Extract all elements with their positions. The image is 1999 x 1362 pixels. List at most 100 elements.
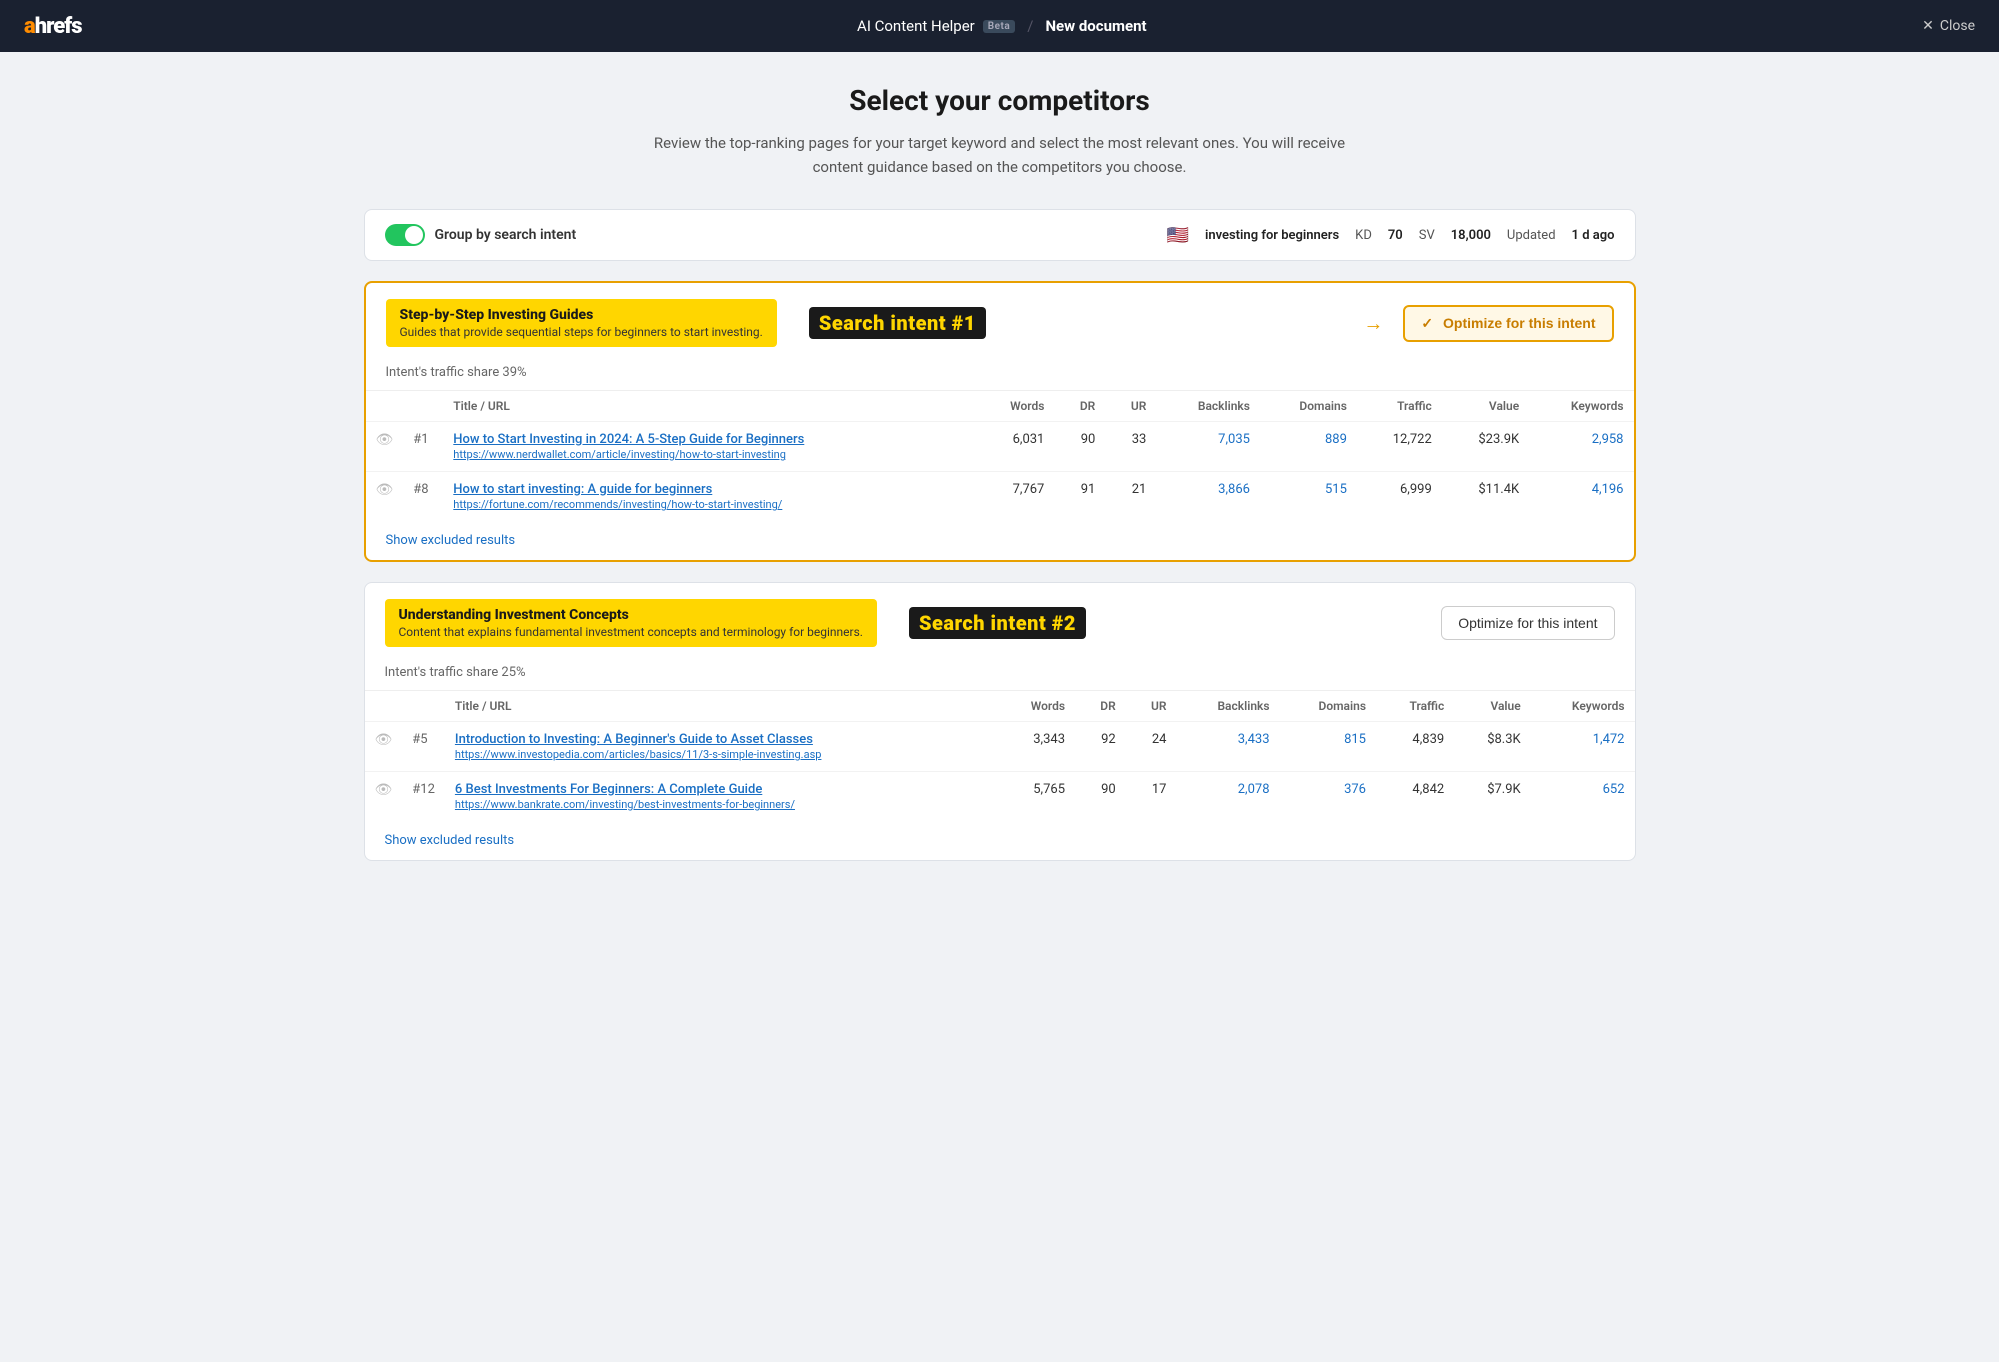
logo: ahrefs xyxy=(24,14,82,39)
page-content: Select your competitors Review the top-r… xyxy=(340,52,1660,921)
intent-section-1: Step-by-Step Investing Guides Guides tha… xyxy=(364,281,1636,562)
optimize-button-1[interactable]: ✓ Optimize for this intent xyxy=(1403,305,1613,342)
result-title-link[interactable]: How to start investing: A guide for begi… xyxy=(453,482,712,497)
result-rank: #12 xyxy=(402,772,445,822)
table-row: 👁 #8 How to start investing: A guide for b… xyxy=(366,472,1634,522)
result-words: 7,767 xyxy=(976,472,1054,522)
col-header-0 xyxy=(366,391,404,422)
results-table-1: Title / URLWordsDRURBacklinksDomainsTraf… xyxy=(366,390,1634,521)
result-rank: #5 xyxy=(402,722,445,772)
result-keywords[interactable]: 652 xyxy=(1603,782,1625,797)
doc-name: New document xyxy=(1045,17,1146,35)
intent-badge-title-1: Step-by-Step Investing Guides xyxy=(400,307,763,323)
result-title-cell: How to start investing: A guide for begi… xyxy=(443,472,976,522)
page-title: Select your competitors xyxy=(364,84,1636,117)
result-backlinks[interactable]: 2,078 xyxy=(1238,782,1270,797)
result-domains[interactable]: 815 xyxy=(1344,732,1366,747)
sv-value: 18,000 xyxy=(1451,228,1491,243)
col-header-10: Keywords xyxy=(1529,391,1633,422)
result-words: 6,031 xyxy=(976,422,1054,472)
results-table-2: Title / URLWordsDRURBacklinksDomainsTraf… xyxy=(365,690,1635,821)
intent-badge-desc-1: Guides that provide sequential steps for… xyxy=(400,325,763,339)
arrow-icon-1: → xyxy=(1363,311,1383,336)
intent-title-block-1: Step-by-Step Investing Guides Guides tha… xyxy=(386,299,1364,347)
sv-label: SV xyxy=(1419,228,1435,243)
country-flag: 🇺🇸 xyxy=(1167,225,1189,246)
col-header-6: Backlinks xyxy=(1156,391,1260,422)
intent-label-1: Search intent #1 xyxy=(809,307,986,339)
col-header-5: UR xyxy=(1105,391,1156,422)
intents-container: Step-by-Step Investing Guides Guides tha… xyxy=(364,281,1636,861)
result-rank: #8 xyxy=(403,472,443,522)
result-backlinks[interactable]: 3,433 xyxy=(1238,732,1270,747)
toolbar: Group by search intent 🇺🇸 investing for … xyxy=(364,209,1636,261)
kd-label: KD xyxy=(1355,228,1372,243)
result-title-cell: How to Start Investing in 2024: A 5-Step… xyxy=(443,422,976,472)
intent-section-2: Understanding Investment Concepts Conten… xyxy=(364,582,1636,861)
col-header-0 xyxy=(365,691,403,722)
show-excluded-link[interactable]: Show excluded results xyxy=(365,821,535,860)
col-header-2: Title / URL xyxy=(445,691,998,722)
result-domains[interactable]: 889 xyxy=(1325,432,1347,447)
result-url-link[interactable]: https://fortune.com/recommends/investing… xyxy=(453,498,966,511)
col-header-7: Domains xyxy=(1260,391,1357,422)
col-header-6: Backlinks xyxy=(1176,691,1279,722)
group-intent-toggle[interactable] xyxy=(385,224,425,246)
col-header-7: Domains xyxy=(1280,691,1376,722)
col-header-4: DR xyxy=(1075,691,1126,722)
optimize-button-2[interactable]: Optimize for this intent xyxy=(1441,606,1614,640)
kd-value: 70 xyxy=(1388,228,1403,243)
col-header-3: Words xyxy=(976,391,1054,422)
result-domains[interactable]: 376 xyxy=(1344,782,1366,797)
result-url-link[interactable]: https://www.bankrate.com/investing/best-… xyxy=(455,798,988,811)
eye-off-icon[interactable]: 👁 xyxy=(375,782,393,798)
result-backlinks[interactable]: 3,866 xyxy=(1218,482,1250,497)
result-keywords[interactable]: 4,196 xyxy=(1592,482,1624,497)
show-excluded-link[interactable]: Show excluded results xyxy=(366,521,536,560)
eye-off-icon[interactable]: 👁 xyxy=(375,732,393,748)
intent-label-2: Search intent #2 xyxy=(909,607,1086,639)
result-title-link[interactable]: How to Start Investing in 2024: A 5-Step… xyxy=(453,432,804,447)
intent-meta-1: Intent's traffic share 39% xyxy=(366,361,1634,390)
col-header-2: Title / URL xyxy=(443,391,976,422)
result-traffic: 6,999 xyxy=(1357,472,1442,522)
close-label: Close xyxy=(1940,18,1975,34)
col-header-1 xyxy=(403,391,443,422)
result-words: 3,343 xyxy=(997,722,1075,772)
result-title-link[interactable]: 6 Best Investments For Beginners: A Comp… xyxy=(455,782,762,797)
col-header-8: Traffic xyxy=(1376,691,1454,722)
intent-title-block-2: Understanding Investment Concepts Conten… xyxy=(385,599,1426,647)
result-rank: #1 xyxy=(403,422,443,472)
close-button[interactable]: ✕ Close xyxy=(1922,18,1975,34)
result-url-link[interactable]: https://www.nerdwallet.com/article/inves… xyxy=(453,448,966,461)
result-url-link[interactable]: https://www.investopedia.com/articles/ba… xyxy=(455,748,988,761)
optimize-label-2: Optimize for this intent xyxy=(1458,615,1597,631)
intent-badge-1: Step-by-Step Investing Guides Guides tha… xyxy=(386,299,777,347)
intent-meta-2: Intent's traffic share 25% xyxy=(365,661,1635,690)
result-traffic: 4,839 xyxy=(1376,722,1454,772)
updated-value: 1 d ago xyxy=(1572,228,1615,243)
result-dr: 92 xyxy=(1075,722,1126,772)
result-dr: 90 xyxy=(1054,422,1105,472)
result-backlinks[interactable]: 7,035 xyxy=(1218,432,1250,447)
result-title-cell: 6 Best Investments For Beginners: A Comp… xyxy=(445,772,998,822)
result-dr: 90 xyxy=(1075,772,1126,822)
result-keywords[interactable]: 2,958 xyxy=(1592,432,1624,447)
intent-badge-desc-2: Content that explains fundamental invest… xyxy=(399,625,863,639)
page-subtitle: Review the top-ranking pages for your ta… xyxy=(650,131,1350,179)
result-keywords[interactable]: 1,472 xyxy=(1593,732,1625,747)
eye-off-icon[interactable]: 👁 xyxy=(376,432,394,448)
result-domains[interactable]: 515 xyxy=(1325,482,1347,497)
col-header-1 xyxy=(402,691,445,722)
beta-badge: Beta xyxy=(983,20,1015,33)
result-ur: 33 xyxy=(1105,422,1156,472)
separator: / xyxy=(1027,17,1033,35)
result-traffic: 12,722 xyxy=(1357,422,1442,472)
table-row: 👁 #1 How to Start Investing in 2024: A 5-S… xyxy=(366,422,1634,472)
result-title-link[interactable]: Introduction to Investing: A Beginner's … xyxy=(455,732,813,747)
result-value: $23.9K xyxy=(1442,422,1529,472)
header-nav: AI Content Helper Beta / New document xyxy=(857,17,1147,35)
result-value: $8.3K xyxy=(1454,722,1530,772)
result-ur: 17 xyxy=(1126,772,1177,822)
eye-off-icon[interactable]: 👁 xyxy=(376,482,394,498)
